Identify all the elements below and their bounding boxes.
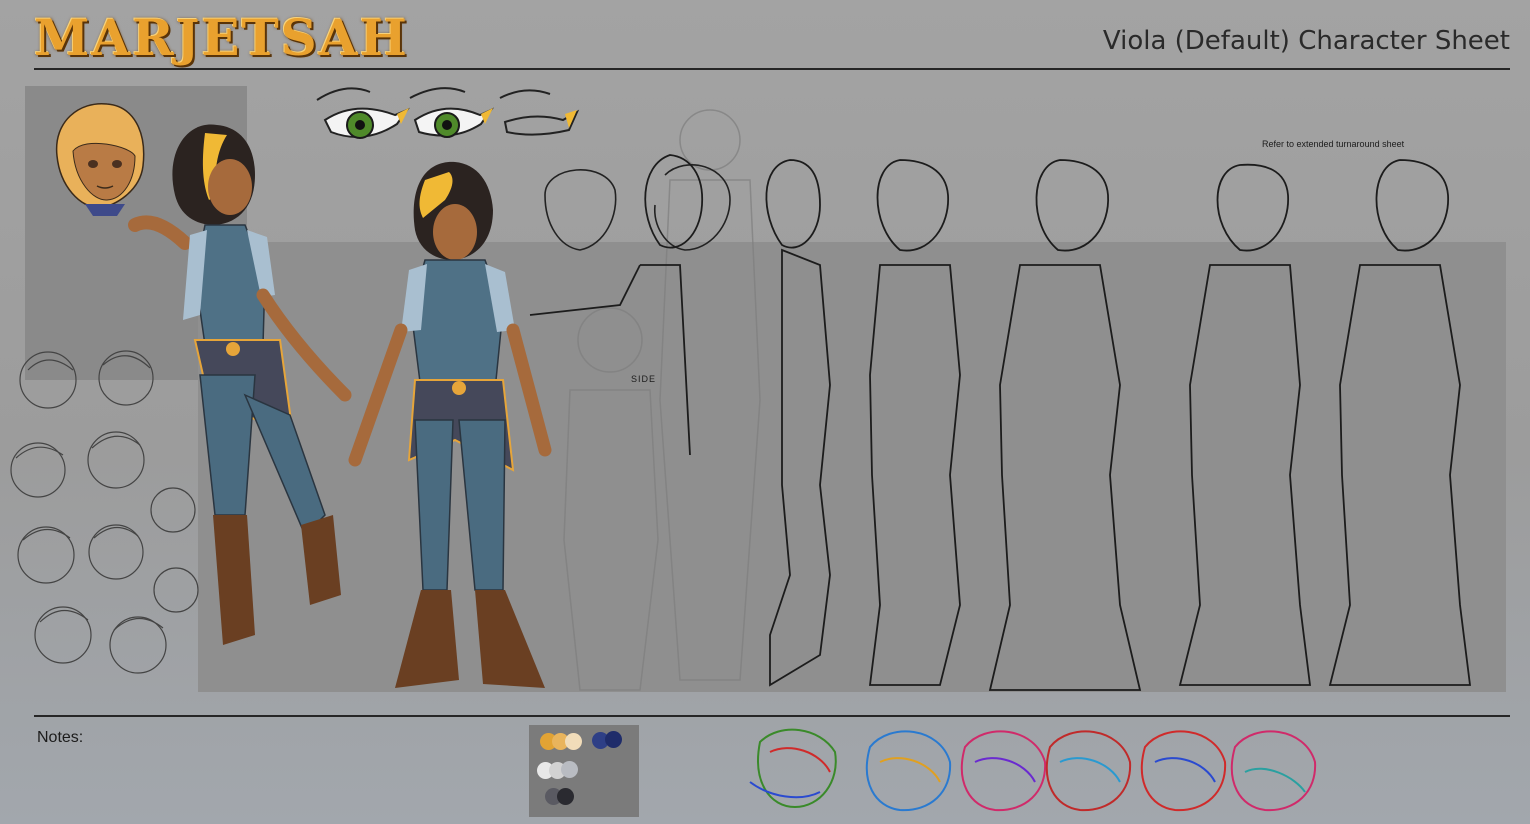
swatch-near-black bbox=[557, 788, 574, 805]
notes-label: Notes: bbox=[37, 729, 84, 746]
header-divider bbox=[34, 68, 1510, 70]
sheet-title: Viola (Default) Character Sheet bbox=[1102, 26, 1510, 56]
hair-construction-sketches bbox=[749, 728, 1317, 812]
swatch-cream bbox=[565, 733, 582, 750]
turnaround-note: Refer to extended turnaround sheet bbox=[1262, 139, 1405, 149]
color-palette bbox=[529, 725, 639, 817]
turnaround-lineart bbox=[529, 154, 1472, 691]
footer-divider bbox=[34, 715, 1510, 717]
swatch-blue-gray bbox=[561, 761, 578, 778]
logo: MARJETSAH bbox=[34, 8, 409, 67]
character-pose-colored bbox=[128, 124, 352, 645]
swatch-dark-navy bbox=[605, 731, 622, 748]
